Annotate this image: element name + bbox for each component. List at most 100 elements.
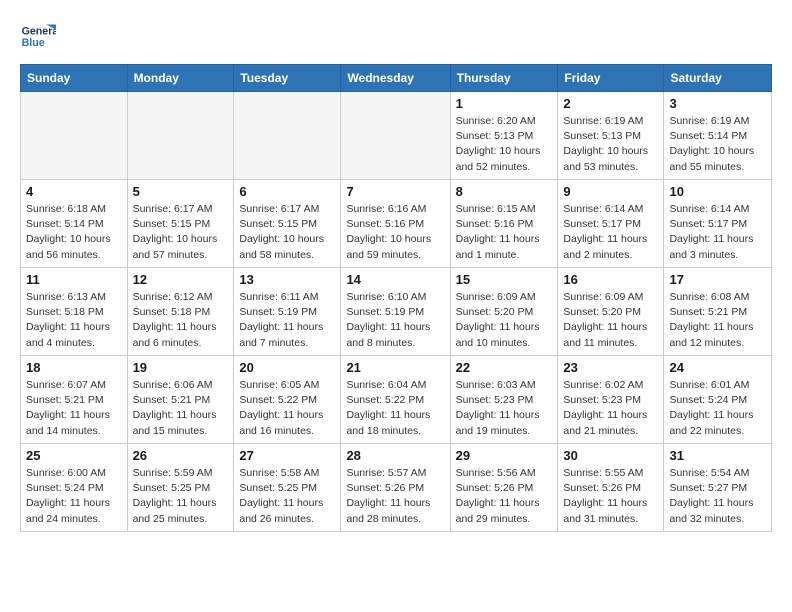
day-number: 4	[26, 184, 122, 199]
day-number: 5	[133, 184, 229, 199]
calendar-cell: 25Sunrise: 6:00 AM Sunset: 5:24 PM Dayli…	[21, 444, 128, 532]
calendar-cell: 4 Sunrise: 6:18 AM Sunset: 5:14 PM Daylig…	[21, 180, 128, 268]
day-info: Sunrise: 6:17 AM Sunset: 5:15 PM Dayligh…	[133, 202, 229, 263]
day-number: 12	[133, 272, 229, 287]
calendar-header-row: SundayMondayTuesdayWednesdayThursdayFrid…	[21, 65, 772, 92]
week-row-3: 11Sunrise: 6:13 AM Sunset: 5:18 PM Dayli…	[21, 268, 772, 356]
day-number: 11	[26, 272, 122, 287]
weekday-header-saturday: Saturday	[664, 65, 772, 92]
calendar-cell: 11Sunrise: 6:13 AM Sunset: 5:18 PM Dayli…	[21, 268, 128, 356]
day-info: Sunrise: 6:04 AM Sunset: 5:22 PM Dayligh…	[346, 378, 444, 439]
weekday-header-tuesday: Tuesday	[234, 65, 341, 92]
day-info: Sunrise: 6:18 AM Sunset: 5:14 PM Dayligh…	[26, 202, 122, 263]
day-number: 8	[456, 184, 553, 199]
day-number: 25	[26, 448, 122, 463]
day-info: Sunrise: 6:02 AM Sunset: 5:23 PM Dayligh…	[563, 378, 658, 439]
day-info: Sunrise: 6:17 AM Sunset: 5:15 PM Dayligh…	[239, 202, 335, 263]
day-number: 6	[239, 184, 335, 199]
day-info: Sunrise: 5:55 AM Sunset: 5:26 PM Dayligh…	[563, 466, 658, 527]
day-info: Sunrise: 6:11 AM Sunset: 5:19 PM Dayligh…	[239, 290, 335, 351]
logo-icon: General Blue	[20, 18, 56, 54]
day-info: Sunrise: 6:03 AM Sunset: 5:23 PM Dayligh…	[456, 378, 553, 439]
calendar-cell: 27Sunrise: 5:58 AM Sunset: 5:25 PM Dayli…	[234, 444, 341, 532]
day-info: Sunrise: 5:54 AM Sunset: 5:27 PM Dayligh…	[669, 466, 766, 527]
day-info: Sunrise: 6:01 AM Sunset: 5:24 PM Dayligh…	[669, 378, 766, 439]
week-row-1: 1 Sunrise: 6:20 AM Sunset: 5:13 PM Daylig…	[21, 92, 772, 180]
day-number: 15	[456, 272, 553, 287]
logo: General Blue	[20, 18, 60, 54]
calendar-cell	[341, 92, 450, 180]
day-info: Sunrise: 6:06 AM Sunset: 5:21 PM Dayligh…	[133, 378, 229, 439]
weekday-header-sunday: Sunday	[21, 65, 128, 92]
calendar-cell: 1 Sunrise: 6:20 AM Sunset: 5:13 PM Daylig…	[450, 92, 558, 180]
page: General Blue SundayMondayTuesdayWednesda…	[0, 0, 792, 550]
day-info: Sunrise: 6:05 AM Sunset: 5:22 PM Dayligh…	[239, 378, 335, 439]
svg-text:Blue: Blue	[22, 37, 45, 49]
calendar-cell	[234, 92, 341, 180]
svg-text:General: General	[22, 25, 56, 37]
calendar-cell: 31 Sunrise: 5:54 AM Sunset: 5:27 PM Dayli…	[664, 444, 772, 532]
calendar-cell: 16Sunrise: 6:09 AM Sunset: 5:20 PM Dayli…	[558, 268, 664, 356]
day-number: 10	[669, 184, 766, 199]
calendar-cell: 30 Sunrise: 5:55 AM Sunset: 5:26 PM Dayli…	[558, 444, 664, 532]
day-number: 18	[26, 360, 122, 375]
week-row-5: 25Sunrise: 6:00 AM Sunset: 5:24 PM Dayli…	[21, 444, 772, 532]
calendar-cell: 24 Sunrise: 6:01 AM Sunset: 5:24 PM Dayli…	[664, 356, 772, 444]
day-info: Sunrise: 6:14 AM Sunset: 5:17 PM Dayligh…	[669, 202, 766, 263]
calendar-cell: 8 Sunrise: 6:15 AM Sunset: 5:16 PM Daylig…	[450, 180, 558, 268]
calendar-cell: 7 Sunrise: 6:16 AM Sunset: 5:16 PM Daylig…	[341, 180, 450, 268]
calendar-cell: 5 Sunrise: 6:17 AM Sunset: 5:15 PM Daylig…	[127, 180, 234, 268]
calendar-cell: 9 Sunrise: 6:14 AM Sunset: 5:17 PM Daylig…	[558, 180, 664, 268]
calendar-cell: 14 Sunrise: 6:10 AM Sunset: 5:19 PM Dayli…	[341, 268, 450, 356]
calendar-cell: 20 Sunrise: 6:05 AM Sunset: 5:22 PM Dayli…	[234, 356, 341, 444]
calendar-cell: 13 Sunrise: 6:11 AM Sunset: 5:19 PM Dayli…	[234, 268, 341, 356]
day-number: 14	[346, 272, 444, 287]
calendar-cell: 21Sunrise: 6:04 AM Sunset: 5:22 PM Dayli…	[341, 356, 450, 444]
day-number: 13	[239, 272, 335, 287]
day-number: 7	[346, 184, 444, 199]
day-info: Sunrise: 6:08 AM Sunset: 5:21 PM Dayligh…	[669, 290, 766, 351]
calendar-cell: 2Sunrise: 6:19 AM Sunset: 5:13 PM Daylig…	[558, 92, 664, 180]
day-info: Sunrise: 5:59 AM Sunset: 5:25 PM Dayligh…	[133, 466, 229, 527]
day-number: 9	[563, 184, 658, 199]
day-number: 20	[239, 360, 335, 375]
calendar-cell: 17 Sunrise: 6:08 AM Sunset: 5:21 PM Dayli…	[664, 268, 772, 356]
day-number: 29	[456, 448, 553, 463]
calendar-cell: 19 Sunrise: 6:06 AM Sunset: 5:21 PM Dayli…	[127, 356, 234, 444]
day-info: Sunrise: 6:15 AM Sunset: 5:16 PM Dayligh…	[456, 202, 553, 263]
calendar-cell: 18Sunrise: 6:07 AM Sunset: 5:21 PM Dayli…	[21, 356, 128, 444]
week-row-2: 4 Sunrise: 6:18 AM Sunset: 5:14 PM Daylig…	[21, 180, 772, 268]
day-info: Sunrise: 6:12 AM Sunset: 5:18 PM Dayligh…	[133, 290, 229, 351]
day-info: Sunrise: 6:19 AM Sunset: 5:13 PM Dayligh…	[563, 114, 658, 175]
header: General Blue	[20, 18, 772, 54]
week-row-4: 18Sunrise: 6:07 AM Sunset: 5:21 PM Dayli…	[21, 356, 772, 444]
day-number: 1	[456, 96, 553, 111]
day-info: Sunrise: 6:10 AM Sunset: 5:19 PM Dayligh…	[346, 290, 444, 351]
weekday-header-thursday: Thursday	[450, 65, 558, 92]
day-number: 31	[669, 448, 766, 463]
weekday-header-friday: Friday	[558, 65, 664, 92]
calendar-cell: 26Sunrise: 5:59 AM Sunset: 5:25 PM Dayli…	[127, 444, 234, 532]
calendar-cell: 23 Sunrise: 6:02 AM Sunset: 5:23 PM Dayli…	[558, 356, 664, 444]
day-info: Sunrise: 5:56 AM Sunset: 5:26 PM Dayligh…	[456, 466, 553, 527]
day-info: Sunrise: 5:58 AM Sunset: 5:25 PM Dayligh…	[239, 466, 335, 527]
calendar-cell: 29 Sunrise: 5:56 AM Sunset: 5:26 PM Dayli…	[450, 444, 558, 532]
calendar-cell: 12 Sunrise: 6:12 AM Sunset: 5:18 PM Dayli…	[127, 268, 234, 356]
weekday-header-monday: Monday	[127, 65, 234, 92]
day-info: Sunrise: 6:09 AM Sunset: 5:20 PM Dayligh…	[563, 290, 658, 351]
day-info: Sunrise: 6:16 AM Sunset: 5:16 PM Dayligh…	[346, 202, 444, 263]
calendar-table: SundayMondayTuesdayWednesdayThursdayFrid…	[20, 64, 772, 532]
day-number: 30	[563, 448, 658, 463]
calendar-cell: 28Sunrise: 5:57 AM Sunset: 5:26 PM Dayli…	[341, 444, 450, 532]
day-number: 17	[669, 272, 766, 287]
day-number: 3	[669, 96, 766, 111]
day-info: Sunrise: 6:19 AM Sunset: 5:14 PM Dayligh…	[669, 114, 766, 175]
day-number: 24	[669, 360, 766, 375]
day-number: 23	[563, 360, 658, 375]
day-info: Sunrise: 6:09 AM Sunset: 5:20 PM Dayligh…	[456, 290, 553, 351]
day-number: 19	[133, 360, 229, 375]
day-info: Sunrise: 6:14 AM Sunset: 5:17 PM Dayligh…	[563, 202, 658, 263]
calendar-cell	[127, 92, 234, 180]
day-info: Sunrise: 6:20 AM Sunset: 5:13 PM Dayligh…	[456, 114, 553, 175]
calendar-cell: 22Sunrise: 6:03 AM Sunset: 5:23 PM Dayli…	[450, 356, 558, 444]
